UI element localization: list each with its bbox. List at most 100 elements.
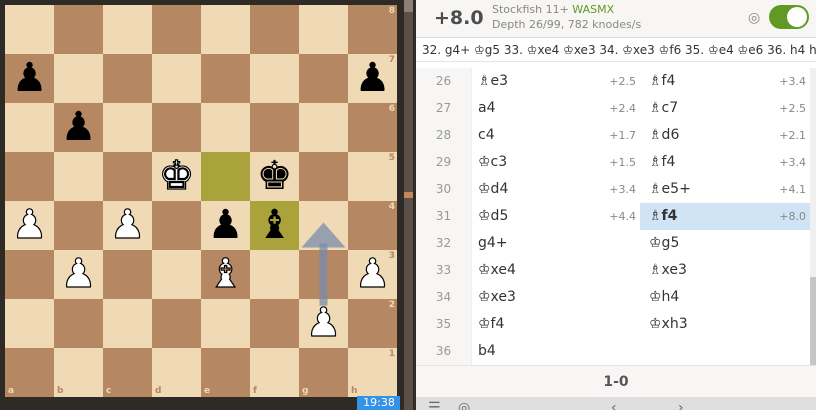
black-pawn-icon[interactable]: ♟ bbox=[201, 201, 250, 250]
black-move[interactable]: ♗f4 +3.4 bbox=[640, 68, 810, 95]
white-king-icon[interactable]: ♚ bbox=[152, 152, 201, 201]
square-f8[interactable] bbox=[250, 5, 299, 54]
next-icon[interactable]: › bbox=[678, 400, 684, 410]
square-h2[interactable]: 2 bbox=[348, 299, 397, 348]
square-d8[interactable] bbox=[152, 5, 201, 54]
white-pawn-icon[interactable]: ♟ bbox=[299, 299, 348, 348]
square-d1[interactable]: d bbox=[152, 348, 201, 397]
divider-thumb[interactable] bbox=[404, 0, 413, 12]
square-d3[interactable] bbox=[152, 250, 201, 299]
white-pawn-icon[interactable]: ♟ bbox=[348, 250, 397, 299]
square-g4[interactable] bbox=[299, 201, 348, 250]
square-f2[interactable] bbox=[250, 299, 299, 348]
white-move[interactable]: ♔d5 +4.4 bbox=[472, 203, 640, 230]
white-pawn-icon[interactable]: ♟ bbox=[54, 250, 103, 299]
square-d7[interactable] bbox=[152, 54, 201, 103]
prev-icon[interactable]: ‹ bbox=[611, 400, 617, 410]
engine-tag[interactable]: WASMX bbox=[572, 3, 614, 16]
black-pawn-icon[interactable]: ♟ bbox=[54, 103, 103, 152]
white-pawn-icon[interactable]: ♟ bbox=[103, 201, 152, 250]
resize-divider[interactable] bbox=[400, 0, 416, 410]
square-d6[interactable] bbox=[152, 103, 201, 152]
white-move[interactable]: b4 bbox=[472, 338, 640, 365]
square-d2[interactable] bbox=[152, 299, 201, 348]
square-d4[interactable] bbox=[152, 201, 201, 250]
black-move[interactable]: ♔g5 bbox=[640, 230, 810, 257]
scrollbar-thumb[interactable] bbox=[810, 277, 816, 365]
square-f6[interactable] bbox=[250, 103, 299, 152]
square-h4[interactable]: 4 bbox=[348, 201, 397, 250]
black-pawn-icon[interactable]: ♟ bbox=[348, 54, 397, 103]
target-icon[interactable]: ◎ bbox=[748, 10, 760, 26]
square-c6[interactable] bbox=[103, 103, 152, 152]
square-h5[interactable]: 5 bbox=[348, 152, 397, 201]
black-move[interactable]: ♗f4 +8.0 bbox=[640, 203, 810, 230]
square-a8[interactable] bbox=[5, 5, 54, 54]
engine-toggle[interactable] bbox=[769, 5, 809, 29]
square-c1[interactable]: c bbox=[103, 348, 152, 397]
more-icon[interactable]: … bbox=[786, 400, 800, 410]
square-b7[interactable] bbox=[54, 54, 103, 103]
square-f3[interactable] bbox=[250, 250, 299, 299]
square-c5[interactable] bbox=[103, 152, 152, 201]
square-e7[interactable] bbox=[201, 54, 250, 103]
square-g3[interactable] bbox=[299, 250, 348, 299]
more-icon[interactable]: … bbox=[541, 400, 555, 410]
square-a2[interactable] bbox=[5, 299, 54, 348]
menu-icon[interactable]: ☰ bbox=[428, 400, 441, 410]
white-move[interactable]: ♔xe4 bbox=[472, 257, 640, 284]
black-move[interactable]: ♗c7 +2.5 bbox=[640, 95, 810, 122]
square-h8[interactable]: 8 bbox=[348, 5, 397, 54]
black-move[interactable]: ♗d6 +2.1 bbox=[640, 122, 810, 149]
square-a5[interactable] bbox=[5, 152, 54, 201]
square-a3[interactable] bbox=[5, 250, 54, 299]
square-g8[interactable] bbox=[299, 5, 348, 54]
chessboard[interactable]: 8 7 6 5 4 3 2 a b c d e f g 1 h ♟ ♟ ♟ ♚ ♚ ♟ ♟ ♟ ♝ ♟ ♝ ♟ ♟ bbox=[5, 5, 397, 397]
square-c2[interactable] bbox=[103, 299, 152, 348]
white-bishop-icon[interactable]: ♝ bbox=[201, 250, 250, 299]
black-bishop-icon[interactable]: ♝ bbox=[250, 201, 299, 250]
black-move[interactable]: ♔h4 bbox=[640, 284, 810, 311]
square-f7[interactable] bbox=[250, 54, 299, 103]
square-c3[interactable] bbox=[103, 250, 152, 299]
square-b5[interactable] bbox=[54, 152, 103, 201]
square-b1[interactable]: b bbox=[54, 348, 103, 397]
square-g1[interactable]: g bbox=[299, 348, 348, 397]
white-move[interactable]: ♔c3 +1.5 bbox=[472, 149, 640, 176]
principal-variation[interactable]: 32. g4+ ♔g5 33. ♔xe4 ♔xe3 34. ♔xe3 ♔f6 3… bbox=[416, 38, 816, 62]
move-list-scrollbar[interactable] bbox=[810, 68, 816, 365]
engine-icon[interactable]: ◎ bbox=[458, 400, 470, 410]
black-move[interactable]: ♗f4 +3.4 bbox=[640, 149, 810, 176]
square-b2[interactable] bbox=[54, 299, 103, 348]
white-move[interactable]: g4+ bbox=[472, 230, 640, 257]
black-pawn-icon[interactable]: ♟ bbox=[5, 54, 54, 103]
square-a6[interactable] bbox=[5, 103, 54, 152]
square-b4[interactable] bbox=[54, 201, 103, 250]
square-g6[interactable] bbox=[299, 103, 348, 152]
square-e2[interactable] bbox=[201, 299, 250, 348]
square-g5[interactable] bbox=[299, 152, 348, 201]
black-move[interactable]: ♗e5+ +4.1 bbox=[640, 176, 810, 203]
square-f1[interactable]: f bbox=[250, 348, 299, 397]
white-move[interactable]: ♔d4 +3.4 bbox=[472, 176, 640, 203]
white-move[interactable]: ♔f4 bbox=[472, 311, 640, 338]
black-move[interactable]: ♗xe3 bbox=[640, 257, 810, 284]
square-e6[interactable] bbox=[201, 103, 250, 152]
white-move[interactable]: ♔xe3 bbox=[472, 284, 640, 311]
white-pawn-icon[interactable]: ♟ bbox=[5, 201, 54, 250]
square-h1[interactable]: 1h bbox=[348, 348, 397, 397]
square-b8[interactable] bbox=[54, 5, 103, 54]
square-e5[interactable] bbox=[201, 152, 250, 201]
white-move[interactable]: a4 +2.4 bbox=[472, 95, 640, 122]
white-move[interactable]: ♗e3 +2.5 bbox=[472, 68, 640, 95]
square-h6[interactable]: 6 bbox=[348, 103, 397, 152]
square-g7[interactable] bbox=[299, 54, 348, 103]
square-e1[interactable]: e bbox=[201, 348, 250, 397]
black-king-icon[interactable]: ♚ bbox=[250, 152, 299, 201]
square-c8[interactable] bbox=[103, 5, 152, 54]
white-move[interactable]: c4 +1.7 bbox=[472, 122, 640, 149]
square-a1[interactable]: a bbox=[5, 348, 54, 397]
black-move[interactable]: ♔xh3 bbox=[640, 311, 810, 338]
square-c7[interactable] bbox=[103, 54, 152, 103]
square-e8[interactable] bbox=[201, 5, 250, 54]
